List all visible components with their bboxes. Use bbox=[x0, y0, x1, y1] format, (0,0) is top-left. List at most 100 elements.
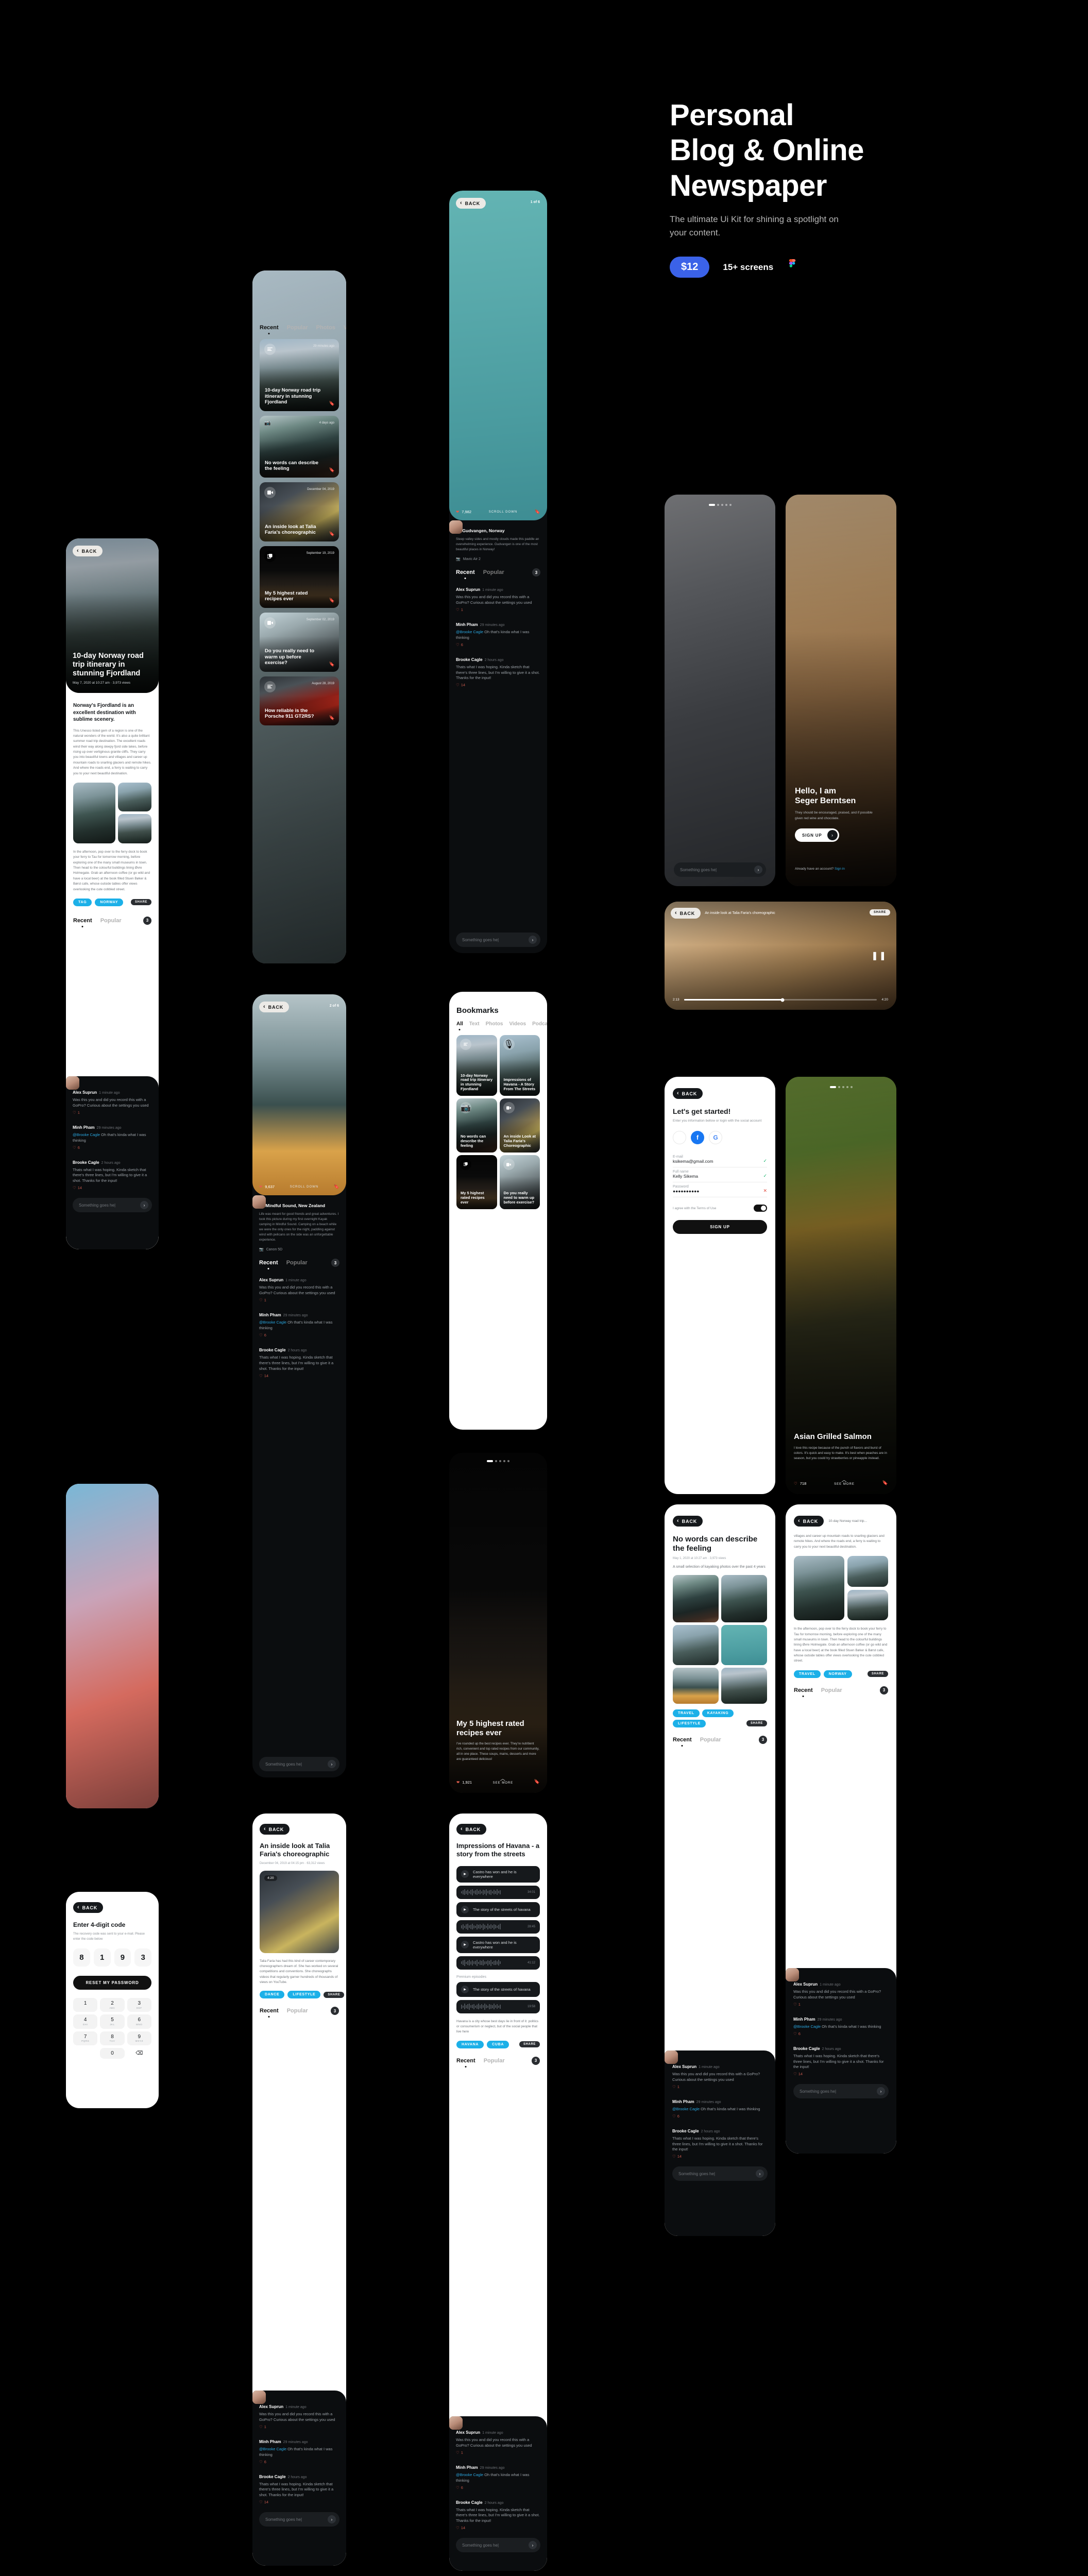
keypad-key[interactable]: 7 PQRS bbox=[73, 2031, 98, 2045]
episode-waveform[interactable]: 28:45 bbox=[456, 1920, 540, 1934]
tag-chip[interactable]: HAVANA bbox=[456, 2040, 484, 2048]
keypad-key[interactable]: 5 JKL bbox=[100, 2014, 125, 2029]
like-button[interactable]: ♡ 1 bbox=[672, 2084, 768, 2089]
tab-recent[interactable]: Recent bbox=[260, 325, 279, 331]
tab-recent[interactable]: Recent bbox=[456, 2058, 475, 2064]
keypad-key-backspace[interactable]: ⌫ bbox=[127, 2048, 151, 2059]
tab-recent[interactable]: Recent bbox=[259, 1260, 278, 1266]
article-gallery-image-2[interactable] bbox=[117, 782, 151, 812]
tag-chip[interactable]: KAYAKING bbox=[702, 1709, 734, 1717]
bookmark-icon[interactable]: 🔖 bbox=[535, 509, 540, 515]
gallery-image[interactable] bbox=[721, 1624, 767, 1665]
comment-mention[interactable]: @Brooke Cagle bbox=[793, 2024, 821, 2029]
feed-item[interactable]: 📷 4 days ago 🔖 No words can describe the… bbox=[260, 416, 339, 478]
terms-toggle[interactable] bbox=[754, 1205, 767, 1212]
tab-photos[interactable]: Photos bbox=[486, 1021, 503, 1027]
tag-chip[interactable]: DANCE bbox=[260, 1991, 285, 1999]
gallery-image[interactable] bbox=[673, 1624, 719, 1665]
like-button[interactable]: ♡ 14 bbox=[73, 1185, 152, 1190]
comment-composer[interactable]: Something goes he| › bbox=[793, 2084, 889, 2099]
gallery-image[interactable] bbox=[673, 1574, 719, 1622]
share-button[interactable]: SHARE bbox=[519, 2041, 540, 2048]
bookmark-icon[interactable]: 🔖 bbox=[329, 598, 335, 603]
bookmark-icon[interactable]: 🔖 bbox=[329, 467, 335, 473]
episode-waveform[interactable]: 19:58 bbox=[456, 1999, 540, 2013]
back-button[interactable]: ‹ BACK bbox=[794, 1516, 824, 1527]
back-button[interactable]: ‹ BACK bbox=[673, 1088, 703, 1099]
tab-photos[interactable]: Photos bbox=[316, 325, 335, 331]
comment-composer[interactable]: Something goes he| › bbox=[672, 2166, 768, 2181]
tab-recent[interactable]: Recent bbox=[73, 918, 92, 924]
share-button[interactable]: SHARE bbox=[869, 909, 890, 916]
field-fullname[interactable]: Full name Kelly Sikema ✓ bbox=[673, 1167, 767, 1183]
bookmark-icon[interactable]: 🔖 bbox=[329, 662, 335, 667]
episode-waveform[interactable]: 34:01 bbox=[456, 1885, 540, 1899]
bookmark-card[interactable]: Do you really need to warm up before exe… bbox=[499, 1155, 540, 1209]
bookmark-card[interactable]: My 5 highest rated recipes ever bbox=[456, 1155, 497, 1209]
tab-recent[interactable]: Recent bbox=[794, 1687, 813, 1693]
tab-recent[interactable]: Recent bbox=[260, 2008, 279, 2014]
signup-button[interactable]: SIGN UP › bbox=[795, 828, 839, 842]
bookmark-icon[interactable]: 🔖 bbox=[334, 1184, 339, 1190]
keypad-key[interactable]: 3 DEF bbox=[127, 1998, 151, 2012]
episode-waveform[interactable]: 41:12 bbox=[456, 1956, 540, 1970]
like-button[interactable]: ♡ 6 bbox=[672, 2114, 768, 2119]
like-button[interactable]: ♡ 1 bbox=[793, 2002, 889, 2007]
carousel-composer[interactable]: Something goes he| › bbox=[674, 862, 766, 877]
back-button[interactable]: ‹ BACK bbox=[73, 1902, 104, 1913]
like-button[interactable]: ♡ 6 bbox=[793, 2031, 889, 2036]
feed-item[interactable]: 29 minutes ago 🔖 10-day Norway road trip… bbox=[260, 339, 339, 411]
keypad-key[interactable]: 1 bbox=[73, 1998, 98, 2012]
signup-submit-button[interactable]: SIGN UP bbox=[673, 1220, 767, 1234]
tab-recent[interactable]: Recent bbox=[456, 569, 475, 575]
like-button[interactable]: ♡ 1 bbox=[456, 2450, 540, 2455]
episode-row[interactable]: ▶ Castro has won and he is everywhere bbox=[456, 1866, 540, 1883]
tab-videos[interactable]: Videos bbox=[509, 1021, 526, 1027]
share-button[interactable]: SHARE bbox=[746, 1720, 767, 1727]
gallery-image[interactable] bbox=[721, 1667, 767, 1704]
tab-popular[interactable]: Popular bbox=[700, 1737, 721, 1743]
pause-icon[interactable]: ❚❚ bbox=[871, 951, 887, 961]
comment-mention[interactable]: @Brooke Cagle bbox=[456, 2472, 483, 2477]
like-button[interactable]: ♡ 14 bbox=[793, 2072, 889, 2076]
passcode-digit[interactable]: 9 bbox=[114, 1948, 131, 1967]
keypad-key[interactable]: 0 bbox=[100, 2047, 125, 2059]
see-more-button[interactable]: ︿ SEE MORE bbox=[834, 1478, 855, 1486]
field-email[interactable]: E-mail ksikema@gmail.com ✓ bbox=[673, 1153, 767, 1168]
send-icon[interactable]: › bbox=[328, 2515, 336, 2524]
play-icon[interactable]: ▶ bbox=[461, 1985, 469, 1993]
bookmark-card[interactable]: 10-day Norway road trip itinerary in stu… bbox=[456, 1035, 497, 1096]
comment-composer[interactable]: Something goes he| › bbox=[259, 2512, 339, 2527]
tab-popular[interactable]: Popular bbox=[821, 1687, 842, 1693]
article-gallery-image[interactable] bbox=[847, 1589, 888, 1621]
comment-composer[interactable]: Something goes he| › bbox=[259, 1757, 339, 1771]
bookmark-icon[interactable]: 🔖 bbox=[329, 401, 335, 406]
bookmark-card[interactable]: 📷 No words can describe the feeling bbox=[456, 1098, 497, 1153]
back-button[interactable]: ‹ BACK bbox=[259, 1002, 290, 1012]
gallery-image[interactable] bbox=[673, 1667, 719, 1704]
send-icon[interactable]: › bbox=[140, 1201, 148, 1210]
back-button[interactable]: ‹ BACK bbox=[456, 1824, 487, 1835]
comment-mention[interactable]: @Brooke Cagle bbox=[259, 2447, 286, 2451]
bookmark-card[interactable]: 🎙 Impressions of Havana - A Story From T… bbox=[499, 1035, 540, 1096]
bookmark-icon[interactable]: 🔖 bbox=[329, 715, 335, 721]
episode-row[interactable]: ▶ The story of the streets of havana bbox=[456, 1902, 540, 1917]
keypad-key[interactable]: 9 WXYZ bbox=[127, 2031, 151, 2045]
like-button[interactable]: ♡ 14 bbox=[259, 1374, 339, 1378]
back-button[interactable]: ‹ BACK bbox=[673, 1516, 703, 1527]
like-button[interactable]: ♡ 1 bbox=[456, 607, 540, 612]
feed-item[interactable]: September 02, 2019 🔖 Do you really need … bbox=[260, 613, 339, 672]
feed-item[interactable]: December 04, 2019 🔖 An inside look at Ta… bbox=[260, 482, 339, 541]
keypad-key[interactable]: 2 ABC bbox=[100, 1998, 125, 2012]
tag-chip[interactable]: NORWAY bbox=[95, 898, 124, 906]
article-gallery-image[interactable] bbox=[847, 1556, 888, 1587]
send-icon[interactable]: › bbox=[328, 1760, 336, 1768]
passcode-digit[interactable]: 1 bbox=[93, 1948, 111, 1967]
send-icon[interactable]: › bbox=[529, 2541, 537, 2550]
like-button[interactable]: ♡ 6 bbox=[259, 1333, 339, 1337]
comment-mention[interactable]: @Brooke Cagle bbox=[672, 2107, 700, 2111]
apple-icon[interactable] bbox=[673, 1131, 686, 1145]
passcode-digit[interactable]: 3 bbox=[134, 1948, 151, 1967]
share-button[interactable]: SHARE bbox=[130, 899, 151, 906]
like-button[interactable]: ♡ 6 bbox=[456, 2485, 540, 2490]
